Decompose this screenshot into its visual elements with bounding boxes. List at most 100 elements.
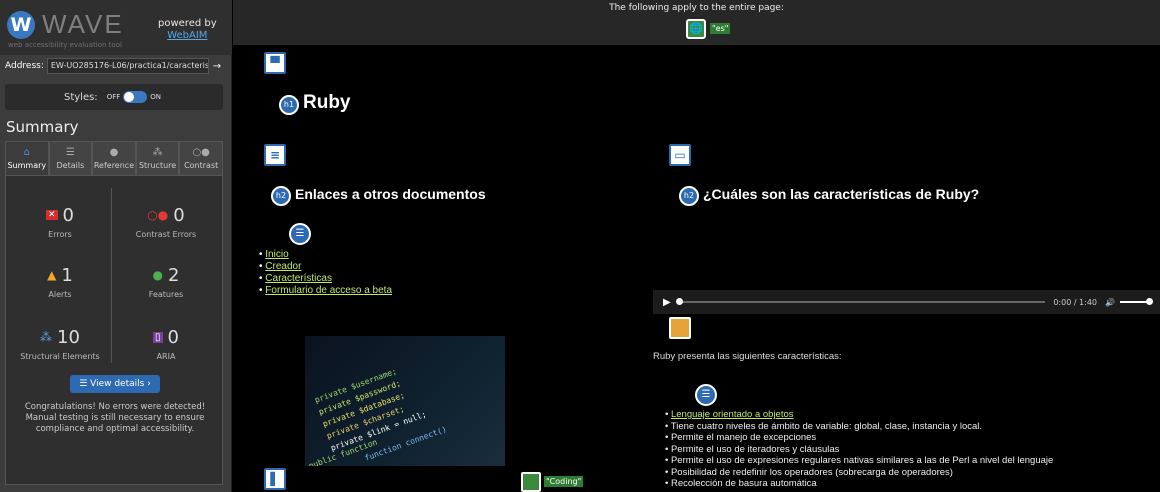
alerts-label: Alerts	[48, 290, 72, 299]
congrats-message: Congratulations! No errors were detected…	[24, 402, 206, 434]
address-bar: Address: EW-UO285176-L06/practica1/carac…	[5, 57, 223, 75]
list-item: Tiene cuatro niveles de ámbito de variab…	[665, 421, 1053, 433]
section-region-icon[interactable]: ≡	[264, 144, 286, 166]
image-alt-text: "Coding"	[544, 476, 584, 487]
image-alt-icon[interactable]	[521, 472, 541, 492]
audio-progress[interactable]	[675, 298, 1046, 305]
list-item: Formulario de acceso a beta	[259, 285, 392, 297]
contrast-errors-stat[interactable]: ○● 0 Contrast Errors	[112, 204, 220, 240]
aria-count: 0	[167, 326, 179, 348]
tab-reference-label: Reference	[93, 161, 135, 170]
tab-contrast[interactable]: ○● Contrast	[179, 141, 223, 175]
page-wide-bar: The following apply to the entire page: …	[233, 0, 1160, 45]
link-creador[interactable]: Creador	[265, 261, 301, 272]
h2-icon[interactable]: h2	[679, 186, 699, 206]
coding-image: private $username; private $password; pr…	[305, 336, 505, 466]
list-item: Permite el manejo de excepciones	[665, 432, 1053, 444]
summary-title: Summary	[6, 118, 79, 136]
styles-off-label: OFF	[106, 93, 121, 101]
link-oop[interactable]: Lenguaje orientado a objetos	[671, 409, 794, 420]
features-label: Features	[148, 290, 184, 299]
tab-reference[interactable]: ● Reference	[92, 141, 136, 175]
list-item: Recolección de basura automática	[665, 478, 1053, 490]
tab-summary[interactable]: ⌂ Summary	[5, 141, 49, 175]
list-icon[interactable]: ☰	[695, 384, 717, 406]
styles-toggle[interactable]	[123, 91, 148, 103]
structural-label: Structural Elements	[20, 352, 100, 361]
header-region-icon[interactable]: ▀	[264, 52, 286, 74]
link-caracteristicas[interactable]: Características	[265, 273, 332, 284]
wave-logo-icon[interactable]: W	[7, 11, 35, 39]
aria-stat[interactable]: ▯ 0 ARIA	[112, 326, 220, 361]
hierarchy-icon: ⁂	[152, 147, 163, 158]
volume-icon[interactable]: 🔊	[1105, 298, 1115, 307]
list-item: Inicio	[259, 249, 392, 261]
tab-structure-label: Structure	[138, 161, 177, 170]
footer-region-icon[interactable]: ▌	[264, 468, 286, 490]
view-details-label: View details ›	[90, 379, 151, 389]
wave-sidebar: W WAVE web accessibility evaluation tool…	[0, 0, 232, 492]
link-inicio[interactable]: Inicio	[265, 249, 288, 260]
powered-by-label: powered by	[158, 18, 217, 29]
address-label: Address:	[5, 61, 44, 71]
home-icon: ⌂	[23, 147, 30, 158]
page-wide-text: The following apply to the entire page:	[609, 3, 784, 13]
alert-icon: ▲	[47, 268, 57, 282]
structural-count: 10	[57, 326, 80, 348]
wave-logo-subtitle: web accessibility evaluation tool	[8, 41, 122, 49]
list-item: Permite el uso de expresiones regulares …	[665, 455, 1053, 467]
errors-label: Errors	[48, 230, 72, 239]
tab-details[interactable]: ☰ Details	[48, 141, 93, 175]
structure-icon: ⁂	[40, 330, 53, 344]
panel-tabs: ⌂ Summary ☰ Details ● Reference ⁂ Structure …	[5, 141, 223, 175]
features-count: 2	[168, 264, 180, 286]
list-item: Posibilidad de redefinir los operadores …	[665, 467, 1053, 479]
language-value: "es"	[710, 23, 731, 34]
list-icon: ☰	[79, 379, 91, 389]
styles-on-label: ON	[150, 93, 161, 101]
list-icon[interactable]: ☰	[289, 223, 311, 245]
error-icon: ✕	[46, 210, 58, 220]
view-details-button[interactable]: ☰ View details ›	[70, 375, 160, 393]
media-alert-icon[interactable]	[669, 317, 691, 339]
links-list: Inicio Creador Características Formulari…	[259, 249, 392, 297]
features-list: Lenguaje orientado a objetos Tiene cuatr…	[665, 409, 1054, 490]
features-stat[interactable]: ● 2 Features	[112, 264, 220, 300]
list-item: Creador	[259, 261, 392, 273]
play-icon[interactable]: ▶	[663, 297, 671, 308]
address-input[interactable]: EW-UO285176-L06/practica1/caracteristica…	[46, 58, 209, 74]
page-title: Ruby	[303, 92, 351, 113]
contrast-errors-count: 0	[173, 204, 185, 226]
list-item: Características	[259, 273, 392, 285]
tab-contrast-label: Contrast	[184, 161, 219, 170]
list-item: Permite el uso de iteradores y cláusulas	[665, 444, 1053, 456]
language-icon[interactable]: 🌐	[686, 19, 706, 39]
h1-icon[interactable]: h1	[279, 95, 299, 115]
wave-logo-text: WAVE	[42, 9, 124, 39]
logo-bar: W WAVE web accessibility evaluation tool…	[0, 0, 232, 55]
tab-structure[interactable]: ⁂ Structure	[135, 141, 180, 175]
h2-icon[interactable]: h2	[271, 186, 291, 206]
webaim-link[interactable]: WebAIM	[158, 30, 217, 42]
errors-stat[interactable]: ✕ 0 Errors	[6, 204, 114, 239]
list-icon: ☰	[65, 147, 75, 158]
structural-stat[interactable]: ⁂ 10 Structural Elements	[6, 326, 114, 362]
audio-player[interactable]: ▶ 0:00 / 1:40 🔊	[653, 290, 1160, 314]
contrast-icon: ○●	[192, 147, 210, 158]
article-region-icon[interactable]: ▭	[669, 144, 691, 166]
volume-slider[interactable]	[1120, 298, 1153, 305]
styles-label: Styles:	[63, 91, 98, 103]
links-heading: Enlaces a otros documentos	[295, 186, 486, 202]
aria-label: ARIA	[156, 352, 176, 361]
list-item: Lenguaje orientado a objetos	[665, 409, 1053, 421]
features-heading: ¿Cuáles son las características de Ruby?	[703, 186, 980, 202]
alerts-count: 1	[61, 264, 73, 286]
info-icon: ●	[109, 147, 119, 158]
ruby-description: Ruby presenta las siguientes característ…	[653, 351, 842, 362]
alerts-stat[interactable]: ▲ 1 Alerts	[6, 264, 114, 300]
arrow-right-icon[interactable]: →	[211, 61, 223, 72]
audio-time: 0:00 / 1:40	[1053, 297, 1098, 307]
tab-summary-label: Summary	[7, 161, 47, 170]
styles-toggle-row: Styles: OFF ON	[5, 84, 223, 110]
link-formulario[interactable]: Formulario de acceso a beta	[265, 285, 392, 296]
